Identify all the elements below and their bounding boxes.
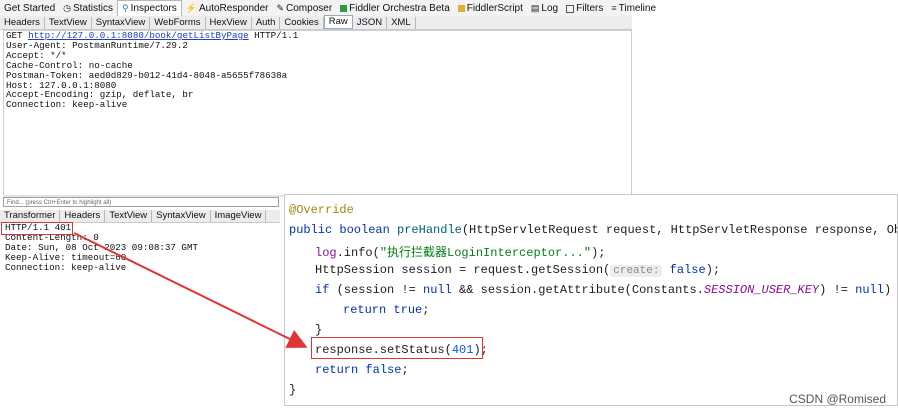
code-text: } [289,383,297,397]
code-keyword: return [315,363,359,377]
code-keyword: false [358,363,402,377]
code-keyword: return [343,303,387,317]
lightning-icon: ⚡ [185,3,197,13]
tab-syntaxview[interactable]: SyntaxView [92,17,151,29]
response-header: Connection: keep-alive [5,261,127,273]
tab-fiddlerscript[interactable]: FiddlerScript [454,1,527,16]
tab-auth[interactable]: Auth [252,17,281,29]
log-icon: ▤ [530,3,540,13]
code-field: log [315,246,337,260]
tab-label: Filters [576,3,604,14]
code-text: ); [705,263,721,277]
tab-log[interactable]: ▤ Log [527,1,562,16]
code-line: HttpSession session = request.getSession… [315,263,720,277]
code-line: if (session != null && session.getAttrib… [315,283,897,297]
code-keyword: false [669,263,706,277]
magnifier-icon: ⚲ [122,3,129,13]
tab-xml[interactable]: XML [387,17,416,29]
script-icon [457,5,465,12]
request-header: Connection: keep-alive [6,99,128,111]
code-editor[interactable]: @Override public boolean preHandle(HttpS… [284,194,898,406]
tab-imageview[interactable]: ImageView [211,210,267,222]
code-text: .info( [336,246,380,260]
code-line: return true; [343,303,429,317]
tab-response-syntaxview[interactable]: SyntaxView [152,210,211,222]
code-text: ); [591,246,606,260]
code-text: && session.getAttribute(Constants. [451,283,704,297]
tab-hexview[interactable]: HexView [206,17,252,29]
code-line: log.info("执行拦截器LoginInterceptor..."); [315,243,605,260]
tab-inspectors[interactable]: ⚲ Inspectors [117,0,182,16]
tab-label: Fiddler Orchestra Beta [349,3,450,14]
request-raw-text: GET http://127.0.0.1:8080/book/getListBy… [6,31,298,110]
stopwatch-icon: ◷ [63,3,71,13]
tab-json[interactable]: JSON [353,17,388,29]
code-text: ) != [819,283,856,297]
top-tab-bar: Get Started ◷ Statistics ⚲ Inspectors ⚡ Aut… [0,0,656,17]
code-keyword: if [315,283,330,297]
request-inspector-tabs: Headers TextView SyntaxView WebForms Hex… [0,15,632,30]
tab-cookies[interactable]: Cookies [280,17,324,29]
watermark-text: CSDN @Romised [789,392,886,406]
code-line: @Override [289,203,354,217]
request-protocol: HTTP/1.1 [248,30,299,41]
tab-label: FiddlerScript [466,3,523,14]
tab-response-textview[interactable]: TextView [105,210,153,222]
tab-headers[interactable]: Headers [0,17,45,29]
tab-response-headers[interactable]: Headers [60,210,106,222]
tab-label: Composer [286,3,333,14]
tab-label: Timeline [618,3,657,14]
code-keyword: null [423,283,452,297]
code-keyword: null [855,283,884,297]
code-method-name: preHandle [397,223,462,237]
tab-get-started[interactable]: Get Started [0,1,59,16]
tab-label: Inspectors [130,3,177,14]
checkbox-icon [566,4,575,13]
request-raw-view[interactable]: GET http://127.0.0.1:8080/book/getListBy… [3,30,632,196]
code-keyword: public boolean [289,223,398,237]
tab-textview[interactable]: TextView [45,17,92,29]
code-text: ; [401,363,409,377]
code-line: } [315,323,322,337]
tab-label: Log [541,3,559,14]
tab-filters[interactable]: Filters [562,1,607,16]
tab-timeline[interactable]: ≡ Timeline [607,1,660,16]
compose-icon: ✎ [276,3,285,13]
code-string: "执行拦截器LoginInterceptor..." [379,246,592,260]
code-text: (session != [329,283,424,297]
tab-label: Statistics [73,3,114,14]
code-line: } [289,383,296,397]
code-text: ) { [883,283,892,297]
tab-label: AutoResponder [198,3,269,14]
tab-raw[interactable]: Raw [323,15,353,29]
code-annotation: @Override [289,203,354,217]
tab-label: Get Started [4,3,56,14]
code-keyword: true [386,303,423,317]
code-text: HttpSession session = request.getSession… [315,263,611,277]
code-text: (HttpServletRequest request, HttpServlet… [461,223,898,237]
tab-autoresponder[interactable]: ⚡ AutoResponder [182,1,273,16]
orchestra-icon [340,5,348,12]
code-line: return false; [315,363,409,377]
parameter-hint: create: [610,265,663,277]
code-constant: SESSION_USER_KEY [703,283,820,297]
tab-fiddler-orchestra[interactable]: Fiddler Orchestra Beta [336,1,454,16]
find-input[interactable]: Find... (press Ctrl+Enter to highlight a… [3,197,279,207]
tab-webforms[interactable]: WebForms [150,17,206,29]
code-text: ; [422,303,430,317]
timeline-icon: ≡ [611,3,617,13]
tab-statistics[interactable]: ◷ Statistics [59,1,117,16]
code-line: public boolean preHandle(HttpServletRequ… [289,223,898,237]
set-status-highlight-box [311,337,483,359]
status-highlight-box [1,222,73,235]
code-text: } [315,323,323,337]
tab-transformer[interactable]: Transformer [0,210,61,222]
tab-composer[interactable]: ✎ Composer [272,1,336,16]
